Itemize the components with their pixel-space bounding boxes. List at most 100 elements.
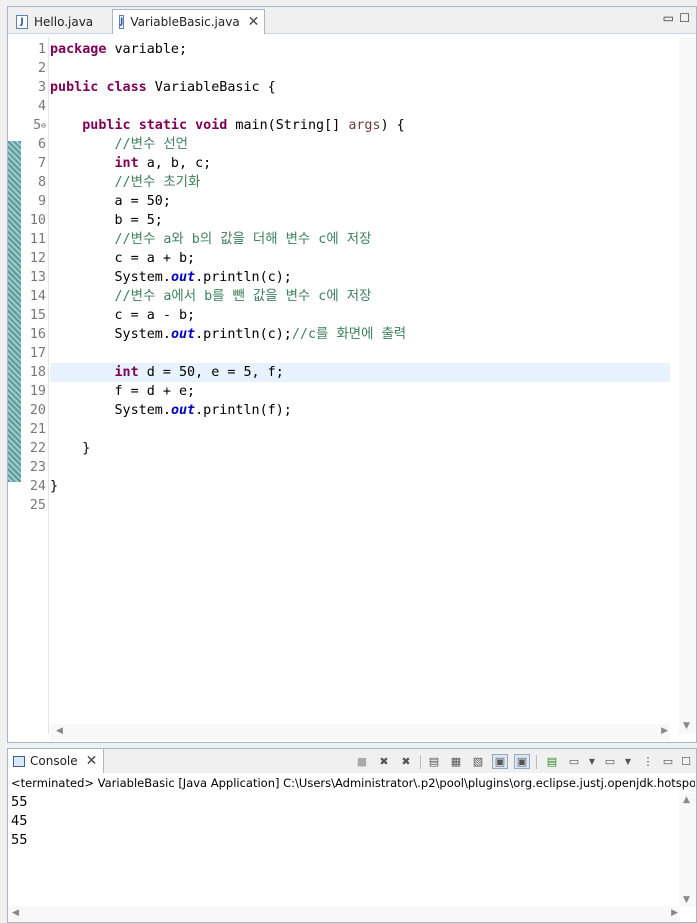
console-status-line: <terminated> VariableBasic [Java Applica… <box>11 776 695 790</box>
console-tab-label: Console <box>30 754 78 768</box>
code-line[interactable]: //변수 초기화 <box>50 173 670 192</box>
output-line: 45 <box>11 814 28 829</box>
maximize-icon[interactable]: ☐ <box>679 11 690 25</box>
vertical-scrollbar[interactable]: ▼ <box>679 37 696 734</box>
code-line[interactable]: c = a - b; <box>50 306 670 325</box>
tab-hello-java[interactable]: J Hello.java <box>10 9 114 34</box>
code-line[interactable]: c = a + b; <box>50 249 670 268</box>
console-horizontal-scrollbar[interactable]: ◀ ▶ <box>8 906 680 922</box>
show-on-stdout-icon[interactable]: ▣ <box>492 754 508 769</box>
code-line[interactable]: a = 50; <box>50 192 670 211</box>
code-line[interactable] <box>50 420 670 439</box>
console-output[interactable]: 55 45 55 <box>11 793 671 850</box>
fold-collapse-icon[interactable]: ⊖ <box>41 121 46 130</box>
line-number: 3 <box>37 80 46 95</box>
line-number: 16 <box>29 327 46 342</box>
code-line[interactable]: //변수 선언 <box>50 135 670 154</box>
console-icon <box>13 755 25 767</box>
show-on-stderr-icon[interactable]: ▣ <box>514 754 530 769</box>
line-number: 8 <box>37 175 46 190</box>
editor-pane: J Hello.java J VariableBasic.java ✕ ▭ ☐ … <box>7 6 697 743</box>
line-number: 20 <box>29 403 46 418</box>
code-line[interactable] <box>50 344 670 363</box>
pin-console-icon[interactable]: ▤ <box>544 754 560 769</box>
line-number-ruler: 1 2 3 4 5⊖ 6 7 8 9 10 11 12 13 14 15 16 17 18 19 20 21 22 23 24… <box>21 37 49 734</box>
line-number: 19 <box>29 384 46 399</box>
remove-launch-icon[interactable]: ✖ <box>376 754 392 769</box>
scroll-down-icon[interactable]: ▼ <box>683 895 690 905</box>
code-line[interactable]: //변수 a에서 b를 뺀 값을 변수 c에 저장 <box>50 287 670 306</box>
line-number: 17 <box>29 346 46 361</box>
word-wrap-icon[interactable]: ▧ <box>470 754 486 769</box>
code-line[interactable] <box>50 59 670 78</box>
view-menu-icon[interactable]: ⋮ <box>640 754 656 769</box>
clear-console-icon[interactable]: ▤ <box>426 754 442 769</box>
line-number: 4 <box>37 99 46 114</box>
scroll-up-icon[interactable]: ▲ <box>683 795 690 805</box>
scroll-right-icon[interactable]: ▶ <box>671 908 678 918</box>
line-number: 15 <box>29 308 46 323</box>
code-line[interactable] <box>50 496 670 515</box>
line-number: 7 <box>37 156 46 171</box>
code-line[interactable]: int a, b, c; <box>50 154 670 173</box>
display-selected-console-icon[interactable]: ▭ <box>566 754 582 769</box>
line-number: 21 <box>29 422 46 437</box>
console-tabbar: Console ✕ ■ ✖ ✖ ▤ ▦ ▧ ▣ ▣ ▤ ▭ ▼ ▭ ▼ ⋮ ▭ … <box>8 749 696 773</box>
line-number: 10 <box>29 213 46 228</box>
output-line: 55 <box>11 795 28 810</box>
line-number: 2 <box>37 61 46 76</box>
code-line[interactable] <box>50 458 670 477</box>
minimize-icon[interactable]: ▭ <box>663 11 674 25</box>
line-number: 5⊖ <box>33 118 46 133</box>
scroll-down-icon[interactable]: ▼ <box>683 721 690 731</box>
code-line[interactable]: System.out.println(c);//c를 화면에 출력 <box>50 325 670 344</box>
toolbar-separator <box>420 755 421 769</box>
scroll-right-icon[interactable]: ▶ <box>661 726 668 736</box>
console-vertical-scrollbar[interactable]: ▲ ▼ <box>679 793 696 907</box>
tab-label: VariableBasic.java <box>130 15 240 29</box>
code-line[interactable]: System.out.println(c); <box>50 268 670 287</box>
line-number: 12 <box>29 251 46 266</box>
code-editor[interactable]: package variable; public class VariableBa… <box>50 37 670 724</box>
tab-label: Hello.java <box>34 14 94 29</box>
code-line[interactable]: } <box>50 477 670 496</box>
change-ruler-marker <box>8 141 21 482</box>
chevron-down-icon[interactable]: ▼ <box>584 754 600 769</box>
toolbar-separator <box>536 755 537 769</box>
code-line[interactable]: System.out.println(f); <box>50 401 670 420</box>
line-number: 25 <box>29 498 46 513</box>
line-number: 23 <box>29 460 46 475</box>
minimize-icon[interactable]: ▭ <box>660 754 676 769</box>
output-line: 55 <box>11 833 28 848</box>
line-number: 11 <box>29 232 46 247</box>
line-number: 1 <box>37 42 46 57</box>
code-line[interactable]: f = d + e; <box>50 382 670 401</box>
console-pane: Console ✕ ■ ✖ ✖ ▤ ▦ ▧ ▣ ▣ ▤ ▭ ▼ ▭ ▼ ⋮ ▭ … <box>7 748 697 923</box>
line-number: 13 <box>29 270 46 285</box>
code-line[interactable]: int d = 50, e = 5, f; <box>50 363 670 382</box>
scroll-lock-icon[interactable]: ▦ <box>448 754 464 769</box>
code-line[interactable]: public class VariableBasic { <box>50 78 670 97</box>
open-console-icon[interactable]: ▭ <box>602 754 618 769</box>
tab-variablebasic-java[interactable]: J VariableBasic.java ✕ <box>112 9 265 34</box>
remove-all-terminated-icon[interactable]: ✖ <box>398 754 414 769</box>
code-line[interactable]: //변수 a와 b의 값을 더해 변수 c에 저장 <box>50 230 670 249</box>
line-number: 6 <box>37 137 46 152</box>
line-number: 18 <box>29 365 46 380</box>
close-icon[interactable]: ✕ <box>86 753 98 769</box>
code-line[interactable]: package variable; <box>50 40 670 59</box>
scroll-left-icon[interactable]: ◀ <box>56 726 63 736</box>
terminate-icon[interactable]: ■ <box>354 754 370 769</box>
code-line[interactable]: } <box>50 439 670 458</box>
scroll-left-icon[interactable]: ◀ <box>12 908 19 918</box>
tab-console[interactable]: Console ✕ <box>8 749 104 773</box>
horizontal-scrollbar[interactable]: ◀ ▶ <box>50 724 670 740</box>
code-line[interactable] <box>50 97 670 116</box>
code-line[interactable]: public static void main(String[] args) { <box>50 116 670 135</box>
chevron-down-icon[interactable]: ▼ <box>620 754 636 769</box>
close-icon[interactable]: ✕ <box>248 14 260 30</box>
line-number: 9 <box>37 194 46 209</box>
maximize-icon[interactable]: ☐ <box>678 754 694 769</box>
code-line[interactable]: b = 5; <box>50 211 670 230</box>
editor-tabbar: J Hello.java J VariableBasic.java ✕ ▭ ☐ <box>8 7 696 34</box>
